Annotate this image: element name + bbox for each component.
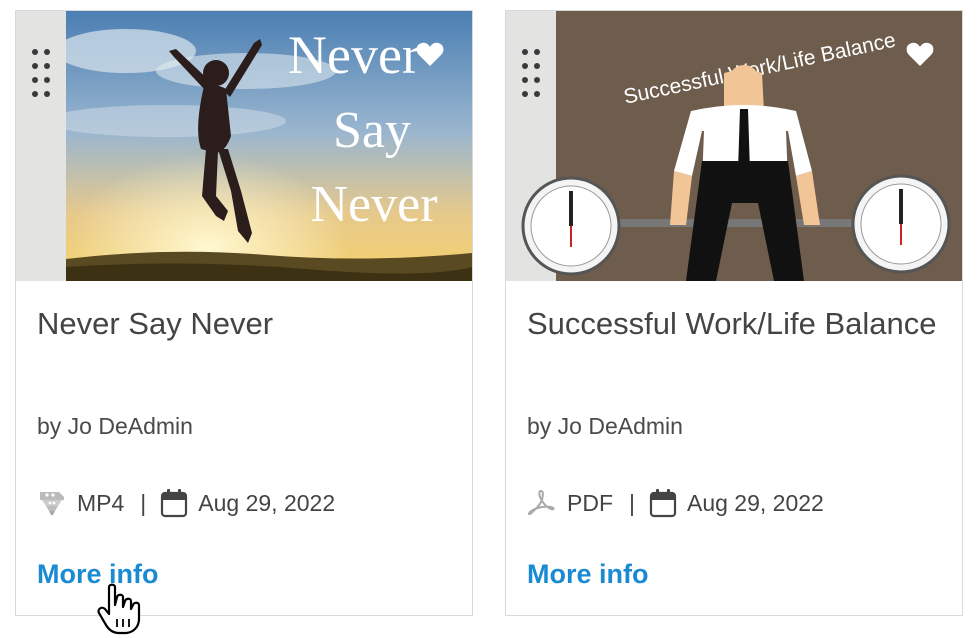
- resource-image: Successful Work/Life Balance: [506, 11, 962, 281]
- drag-handle-strip: [506, 11, 556, 281]
- date-label: Aug 29, 2022: [198, 489, 336, 516]
- meta-separator: |: [140, 489, 147, 516]
- resource-meta: MP4 | Aug 29, 2022: [37, 485, 335, 521]
- resource-author: by Jo DeAdmin: [527, 413, 683, 439]
- drag-handle-icon[interactable]: [32, 49, 52, 97]
- image-text-line-2: Say: [333, 102, 411, 159]
- resource-meta: PDF | Aug 29, 2022: [527, 485, 824, 521]
- heart-icon[interactable]: [906, 41, 934, 67]
- calendar-icon: [161, 489, 188, 518]
- video-file-icon: [40, 492, 64, 515]
- card-thumbnail[interactable]: Never Say Never: [16, 11, 472, 281]
- heart-icon[interactable]: [416, 41, 444, 67]
- image-text-line-3: Never: [310, 176, 437, 233]
- drag-handle-icon[interactable]: [522, 49, 542, 97]
- more-info-link[interactable]: More info: [37, 559, 159, 590]
- calendar-icon: [649, 489, 677, 518]
- meta-separator: |: [629, 489, 635, 516]
- pdf-file-icon: [528, 489, 555, 516]
- image-text-line-1: Never: [288, 25, 420, 85]
- resource-image: Never Say Never: [66, 11, 472, 281]
- resource-author: by Jo DeAdmin: [37, 413, 193, 439]
- file-type-label: MP4: [77, 489, 125, 516]
- resource-card: Successful Work/Life Balance Successful …: [505, 10, 963, 616]
- resource-title[interactable]: Successful Work/Life Balance: [527, 301, 937, 346]
- drag-handle-strip: [16, 11, 67, 281]
- more-info-link[interactable]: More info: [527, 559, 649, 590]
- resource-card: Never Say Never Never Say Never by Jo De…: [15, 10, 473, 616]
- resource-title[interactable]: Never Say Never: [37, 301, 447, 346]
- file-type-label: PDF: [567, 489, 613, 516]
- date-label: Aug 29, 2022: [686, 489, 824, 516]
- card-thumbnail[interactable]: Successful Work/Life Balance: [506, 11, 962, 281]
